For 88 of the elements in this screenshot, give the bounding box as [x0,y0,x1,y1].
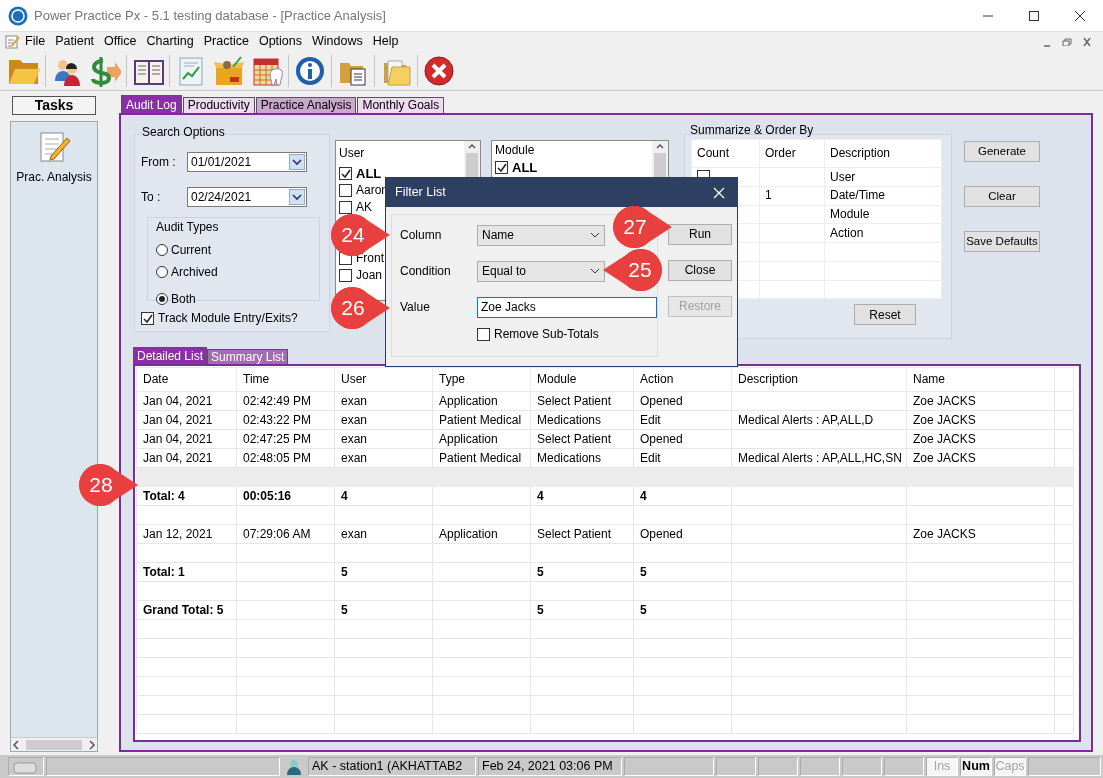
table-cell: Zoe JACKS [906,410,1055,430]
status-text: Feb 24, 2021 03:06 PM [478,757,622,776]
table-cell: Opened [633,429,732,449]
table-cell: Medical Alerts : AP,ALL,D [731,410,907,430]
table-cell: Zoe JACKS [906,391,1055,411]
group-title: Audit Types [156,220,220,235]
table-cell: Select Patient [530,429,634,449]
table-cell: Select Patient [530,524,634,544]
column-header: Name [906,367,1055,392]
table-cell: exan [334,524,433,544]
table-cell: Select Patient [530,391,634,411]
column-header: Date [136,367,237,392]
column-header: Order [759,139,825,168]
table-cell: 5 [633,600,732,620]
table-cell: Medications [530,410,634,430]
table-cell: Opened [633,524,732,544]
table-cell: Zoe JACKS [906,448,1055,468]
table-cell: Zoe JACKS [906,429,1055,449]
table-cell: Jan 04, 2021 [136,391,237,411]
table-cell: exan [334,391,433,411]
key-indicator: Num [960,757,992,776]
table-cell: 02:42:49 PM [236,391,335,411]
table-cell: Date/Time [824,186,942,205]
table-cell: 5 [530,562,634,582]
table-cell: Application [432,429,531,449]
table-cell: Patient Medical [432,448,531,468]
table-cell: Zoe JACKS [906,524,1055,544]
field-label: To : [140,190,162,205]
table-cell: Edit [633,410,732,430]
callout-marker: 28 [78,462,138,508]
column-header: Module [530,367,634,392]
field-label: Condition [400,263,452,279]
table-cell: 5 [530,600,634,620]
group-title: Search Options [142,125,226,140]
table-cell: 02:48:05 PM [236,448,335,468]
status-text: AK - station1 (AKHATTAB2 [308,757,476,776]
group-title: Summarize & Order By [690,123,814,137]
window-title: Power Practice Px - 5.1 testing database - [Practice Analysis] [34,7,386,24]
table-cell: exan [334,448,433,468]
table-cell: exan [334,429,433,449]
table-cell: Medical Alerts : AP,ALL,HC,SN [731,448,907,468]
column-header: Time [236,367,335,392]
column-header: Count [691,139,760,168]
table-cell: Edit [633,448,732,468]
table-cell: 1 [759,186,825,205]
field-label: From : [140,155,177,170]
dialog-title: Filter List [395,185,446,200]
table-cell: Opened [633,391,732,411]
field-label: Value [400,299,431,315]
column-header: User [334,367,433,392]
callout-marker: 26 [330,285,390,331]
table-cell: 4 [530,486,634,506]
table-cell: Jan 04, 2021 [136,448,237,468]
list-header: User [339,145,366,162]
table-cell: Grand Total: 5 [136,600,237,620]
key-indicator: Caps [994,757,1026,776]
table-cell: Application [432,391,531,411]
table-cell: Module [824,205,942,224]
column-header: Action [633,367,732,392]
table-cell: Patient Medical [432,410,531,430]
table-cell: 5 [334,562,433,582]
list-header: Module [495,142,536,159]
table-cell: 5 [633,562,732,582]
table-cell: Action [824,223,942,243]
table-cell: 4 [633,486,732,506]
table-cell: 00:05:16 [236,486,335,506]
table-cell: Application [432,524,531,544]
table-cell: Medications [530,448,634,468]
column-header: Description [731,367,907,392]
table-cell: 02:43:22 PM [236,410,335,430]
table-cell: Total: 1 [136,562,237,582]
table-cell: Jan 04, 2021 [136,429,237,449]
table-cell: 07:29:06 AM [236,524,335,544]
table-cell: 02:47:25 PM [236,429,335,449]
column-header: Description [824,139,942,168]
table-cell: 5 [334,600,433,620]
table-cell: User [824,167,942,187]
table-cell: Jan 04, 2021 [136,410,237,430]
column-header: Type [432,367,531,392]
table-cell: Jan 12, 2021 [136,524,237,544]
table-cell: 4 [334,486,433,506]
callout-marker: 25 [603,247,663,293]
key-indicator: Ins [926,757,958,776]
callout-marker: 27 [612,204,672,250]
field-label: Column [400,227,443,243]
tasks-header: Tasks [12,96,96,115]
table-cell: exan [334,410,433,430]
table-cell: Total: 4 [136,486,237,506]
